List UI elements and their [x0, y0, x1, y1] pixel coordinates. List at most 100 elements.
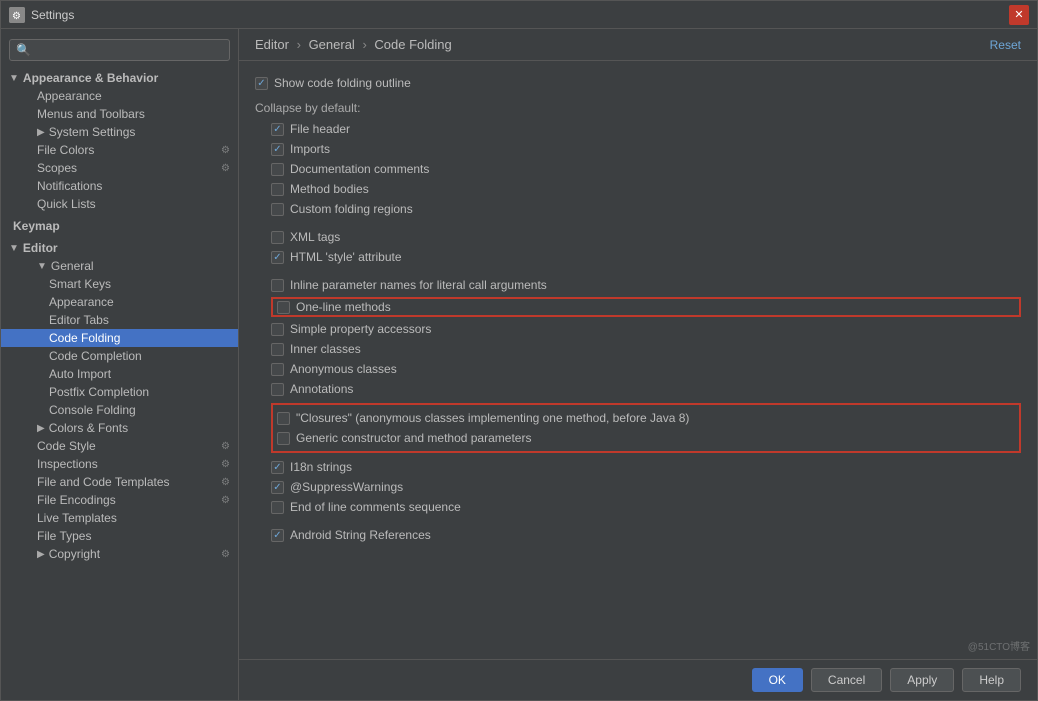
- option-closures: "Closures" (anonymous classes implementi…: [277, 408, 1015, 428]
- show-outline-checkbox[interactable]: [255, 77, 268, 90]
- i18n-checkbox[interactable]: [271, 461, 284, 474]
- sidebar-item-file-colors[interactable]: File Colors ⚙: [1, 141, 238, 159]
- doc-comments-checkbox[interactable]: [271, 163, 284, 176]
- sidebar-item-scopes[interactable]: Scopes ⚙: [1, 159, 238, 177]
- search-input[interactable]: [35, 43, 223, 57]
- breadcrumb-sep2: ›: [362, 37, 366, 52]
- option-anonymous-classes: Anonymous classes: [255, 359, 1021, 379]
- copyright-icon: ⚙: [221, 549, 230, 560]
- html-style-checkbox[interactable]: [271, 251, 284, 264]
- search-box[interactable]: 🔍: [9, 39, 230, 61]
- doc-comments-label: Documentation comments: [290, 162, 429, 176]
- method-bodies-checkbox[interactable]: [271, 183, 284, 196]
- ok-button[interactable]: OK: [752, 668, 803, 692]
- content-header: Editor › General › Code Folding Reset: [239, 29, 1037, 61]
- inline-params-label: Inline parameter names for literal call …: [290, 278, 547, 292]
- title-bar: ⚙ Settings ✕: [1, 1, 1037, 29]
- editor-arrow: ▼: [9, 243, 19, 254]
- option-method-bodies: Method bodies: [255, 179, 1021, 199]
- annotations-label: Annotations: [290, 382, 353, 396]
- sidebar-item-notifications[interactable]: Notifications: [1, 177, 238, 195]
- one-line-methods-checkbox[interactable]: [277, 301, 290, 314]
- svg-text:⚙: ⚙: [12, 11, 21, 22]
- end-of-line-checkbox[interactable]: [271, 501, 284, 514]
- help-button[interactable]: Help: [962, 668, 1021, 692]
- sidebar-item-code-completion[interactable]: Code Completion: [1, 347, 238, 365]
- generic-constructor-label: Generic constructor and method parameter…: [296, 431, 531, 445]
- imports-label: Imports: [290, 142, 330, 156]
- sidebar-item-general[interactable]: ▼ General: [1, 257, 238, 275]
- sidebar-item-quick-lists[interactable]: Quick Lists: [1, 195, 238, 213]
- anonymous-classes-checkbox[interactable]: [271, 363, 284, 376]
- custom-folding-label: Custom folding regions: [290, 202, 413, 216]
- breadcrumb-part2: General: [309, 37, 355, 52]
- html-style-label: HTML 'style' attribute: [290, 250, 402, 264]
- spacer-2: [255, 267, 1021, 275]
- sidebar-item-appearance-editor[interactable]: Appearance: [1, 293, 238, 311]
- option-end-of-line: End of line comments sequence: [255, 497, 1021, 517]
- sidebar-item-live-templates[interactable]: Live Templates: [1, 509, 238, 527]
- sidebar-item-postfix-completion[interactable]: Postfix Completion: [1, 383, 238, 401]
- anonymous-classes-label: Anonymous classes: [290, 362, 397, 376]
- breadcrumb: Editor › General › Code Folding: [255, 37, 990, 52]
- cancel-button[interactable]: Cancel: [811, 668, 882, 692]
- option-i18n: I18n strings: [255, 457, 1021, 477]
- option-simple-property: Simple property accessors: [255, 319, 1021, 339]
- sidebar-item-system-settings[interactable]: ▶ System Settings: [1, 123, 238, 141]
- sidebar-editor-label: Editor: [23, 241, 58, 255]
- sidebar-item-auto-import[interactable]: Auto Import: [1, 365, 238, 383]
- sidebar-item-file-code-templates[interactable]: File and Code Templates ⚙: [1, 473, 238, 491]
- settings-window: ⚙ Settings ✕ 🔍 ▼ Appearance & Behavior A…: [0, 0, 1038, 701]
- general-arrow: ▼: [37, 261, 47, 272]
- sidebar-header-appearance-behavior[interactable]: ▼ Appearance & Behavior: [1, 69, 238, 87]
- inner-classes-checkbox[interactable]: [271, 343, 284, 356]
- sidebar-item-editor-tabs[interactable]: Editor Tabs: [1, 311, 238, 329]
- option-android-string: Android String References: [255, 525, 1021, 545]
- sidebar-item-file-types[interactable]: File Types: [1, 527, 238, 545]
- sidebar-item-file-encodings[interactable]: File Encodings ⚙: [1, 491, 238, 509]
- sidebar-item-appearance[interactable]: Appearance: [1, 87, 238, 105]
- option-generic-constructor: Generic constructor and method parameter…: [277, 428, 1015, 448]
- suppress-warnings-checkbox[interactable]: [271, 481, 284, 494]
- generic-constructor-checkbox[interactable]: [277, 432, 290, 445]
- custom-folding-checkbox[interactable]: [271, 203, 284, 216]
- option-inner-classes: Inner classes: [255, 339, 1021, 359]
- closures-checkbox[interactable]: [277, 412, 290, 425]
- suppress-warnings-label: @SuppressWarnings: [290, 480, 403, 494]
- simple-property-label: Simple property accessors: [290, 322, 431, 336]
- close-button[interactable]: ✕: [1009, 5, 1029, 25]
- sidebar-section-appearance-behavior: ▼ Appearance & Behavior Appearance Menus…: [1, 67, 238, 215]
- closures-label: "Closures" (anonymous classes implementi…: [296, 411, 689, 425]
- one-line-methods-highlight: One-line methods: [271, 297, 1021, 317]
- window-title: Settings: [31, 8, 1009, 22]
- xml-tags-checkbox[interactable]: [271, 231, 284, 244]
- sidebar-item-menus-toolbars[interactable]: Menus and Toolbars: [1, 105, 238, 123]
- sidebar: 🔍 ▼ Appearance & Behavior Appearance Men…: [1, 29, 239, 700]
- templates-icon: ⚙: [221, 477, 230, 488]
- sidebar-item-code-style[interactable]: Code Style ⚙: [1, 437, 238, 455]
- sidebar-item-colors-fonts[interactable]: ▶ Colors & Fonts: [1, 419, 238, 437]
- content-area: Editor › General › Code Folding Reset Sh…: [239, 29, 1037, 700]
- simple-property-checkbox[interactable]: [271, 323, 284, 336]
- annotations-checkbox[interactable]: [271, 383, 284, 396]
- sidebar-item-console-folding[interactable]: Console Folding: [1, 401, 238, 419]
- apply-button[interactable]: Apply: [890, 668, 954, 692]
- sidebar-item-code-folding[interactable]: Code Folding: [1, 329, 238, 347]
- option-html-style: HTML 'style' attribute: [255, 247, 1021, 267]
- sidebar-item-inspections[interactable]: Inspections ⚙: [1, 455, 238, 473]
- sidebar-item-smart-keys[interactable]: Smart Keys: [1, 275, 238, 293]
- sidebar-keymap-label: Keymap: [13, 219, 60, 233]
- file-header-checkbox[interactable]: [271, 123, 284, 136]
- sidebar-header-keymap[interactable]: Keymap: [1, 217, 238, 235]
- copyright-arrow: ▶: [37, 549, 45, 560]
- sidebar-item-copyright[interactable]: ▶ Copyright ⚙: [1, 545, 238, 563]
- reset-button[interactable]: Reset: [990, 38, 1021, 52]
- sidebar-header-editor[interactable]: ▼ Editor: [1, 239, 238, 257]
- imports-checkbox[interactable]: [271, 143, 284, 156]
- inline-params-checkbox[interactable]: [271, 279, 284, 292]
- i18n-label: I18n strings: [290, 460, 352, 474]
- android-string-checkbox[interactable]: [271, 529, 284, 542]
- app-icon: ⚙: [9, 7, 25, 23]
- option-show-outline: Show code folding outline: [255, 73, 1021, 93]
- option-imports: Imports: [255, 139, 1021, 159]
